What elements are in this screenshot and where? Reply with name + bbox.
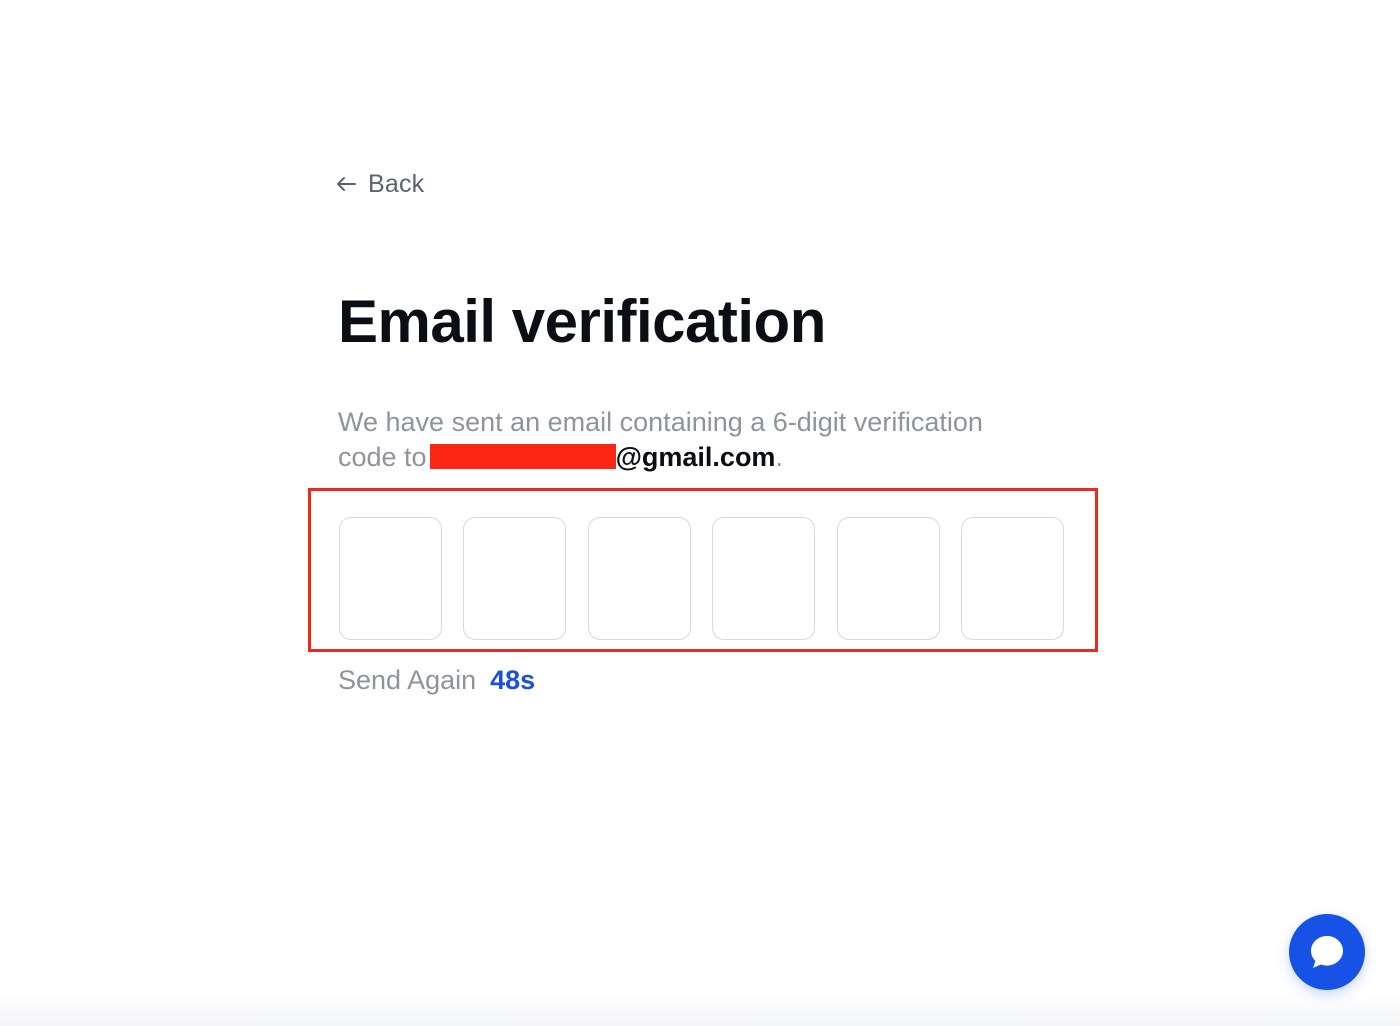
arrow-left-icon <box>337 177 356 191</box>
chat-bubble-icon <box>1311 936 1343 968</box>
code-digit-input-4[interactable] <box>712 517 815 640</box>
description-suffix: . <box>775 442 783 472</box>
code-digit-input-2[interactable] <box>463 517 566 640</box>
resend-countdown: 48s <box>490 664 536 695</box>
send-again-label: Send Again <box>338 664 477 695</box>
resend-row: Send Again 48s <box>338 662 535 698</box>
email-domain: @gmail.com <box>615 442 776 472</box>
chat-support-button[interactable] <box>1289 914 1365 990</box>
back-label: Back <box>368 169 425 198</box>
code-digit-input-6[interactable] <box>961 517 1064 640</box>
code-digit-input-5[interactable] <box>837 517 940 640</box>
redacted-email-username <box>429 444 616 469</box>
page-bottom-fade <box>0 992 1400 1026</box>
code-digit-input-1[interactable] <box>339 517 442 640</box>
description-line-1: We have sent an email containing a 6-dig… <box>338 407 983 437</box>
description-line-2: code to @gmail.com. <box>338 440 1038 475</box>
page-title: Email verification <box>338 288 826 355</box>
back-button[interactable]: Back <box>336 166 424 202</box>
verification-description: We have sent an email containing a 6-dig… <box>338 405 1038 475</box>
description-prefix: code to <box>338 442 427 472</box>
code-digit-input-3[interactable] <box>588 517 691 640</box>
